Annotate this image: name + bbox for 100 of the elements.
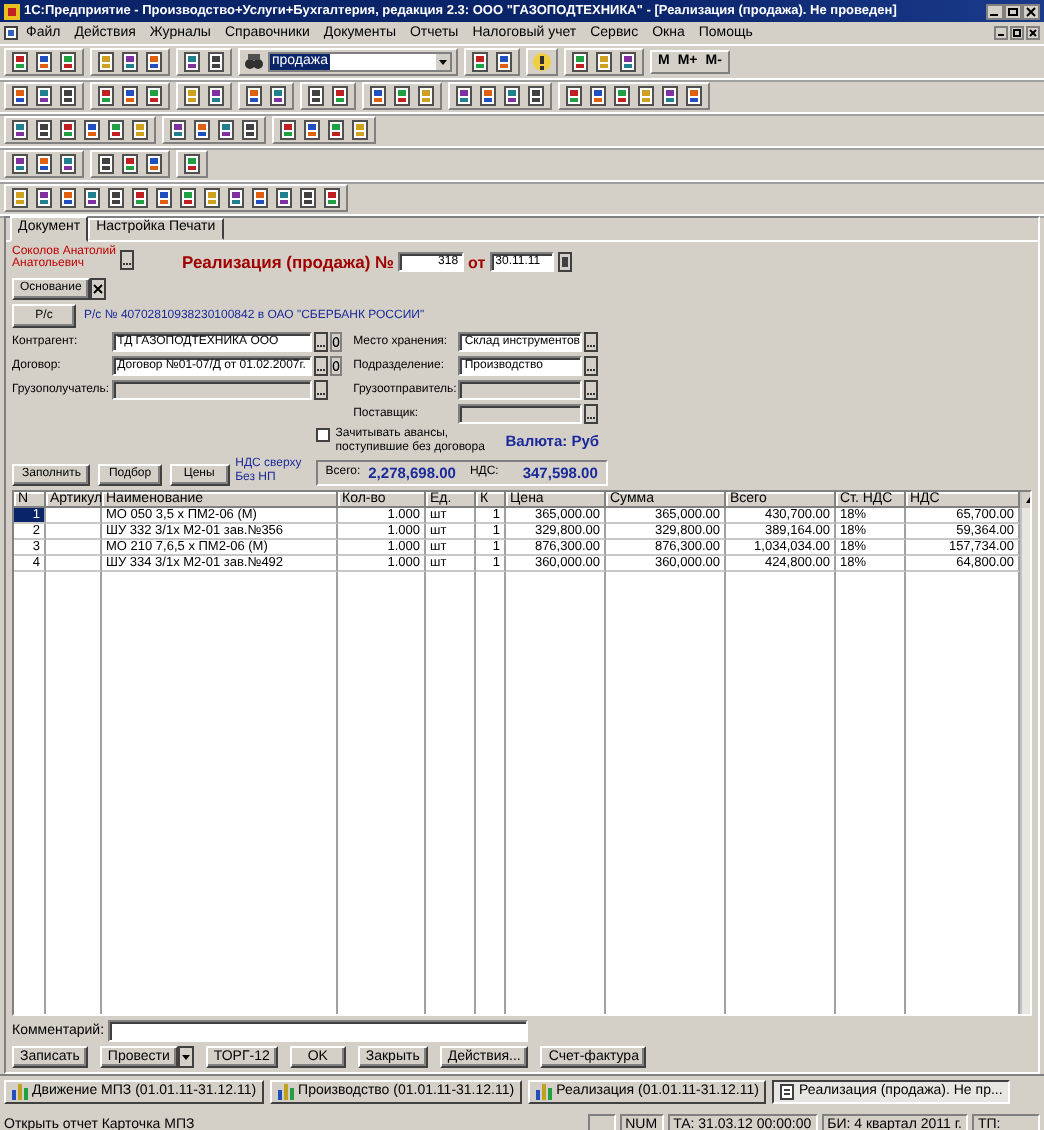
- page-icon[interactable]: [470, 52, 490, 72]
- page-icon[interactable]: [10, 188, 30, 208]
- page-icon[interactable]: [618, 52, 638, 72]
- page-icon[interactable]: [684, 86, 704, 106]
- page-icon[interactable]: [82, 120, 102, 140]
- page-icon[interactable]: [144, 86, 164, 106]
- page-icon[interactable]: [322, 188, 342, 208]
- page-icon[interactable]: [34, 86, 54, 106]
- page-icon[interactable]: [58, 52, 78, 72]
- close-button[interactable]: [1026, 26, 1040, 40]
- select-button[interactable]: [584, 332, 599, 352]
- page-icon[interactable]: [168, 120, 188, 140]
- select-button[interactable]: [584, 380, 599, 400]
- page-icon[interactable]: [202, 188, 222, 208]
- page-icon[interactable]: [588, 86, 608, 106]
- dropdown-button[interactable]: [177, 1046, 194, 1068]
- page-icon[interactable]: [206, 52, 226, 72]
- page-icon[interactable]: [350, 120, 370, 140]
- page-icon[interactable]: [130, 188, 150, 208]
- page-icon[interactable]: [96, 154, 116, 174]
- page-icon[interactable]: [182, 86, 202, 106]
- maximize-button[interactable]: [1004, 3, 1022, 19]
- bar-chart-icon: [536, 1084, 553, 1100]
- minimize-button[interactable]: [986, 3, 1004, 19]
- page-icon[interactable]: [274, 188, 294, 208]
- page-icon[interactable]: [10, 154, 30, 174]
- page-icon[interactable]: [58, 188, 78, 208]
- page-icon[interactable]: [96, 86, 116, 106]
- restore-button[interactable]: [1010, 26, 1024, 40]
- minimize-button[interactable]: [994, 26, 1008, 40]
- page-icon[interactable]: [636, 86, 656, 106]
- page-icon[interactable]: [82, 188, 102, 208]
- close-button[interactable]: [1022, 3, 1040, 19]
- page-icon[interactable]: [106, 188, 126, 208]
- checkbox[interactable]: [315, 428, 330, 442]
- page-icon[interactable]: [240, 120, 260, 140]
- page-icon[interactable]: [58, 120, 78, 140]
- page-icon[interactable]: [120, 86, 140, 106]
- page-icon[interactable]: [278, 120, 298, 140]
- page-icon[interactable]: [244, 86, 264, 106]
- page-icon[interactable]: [10, 52, 30, 72]
- select-button[interactable]: [120, 250, 134, 270]
- select-button[interactable]: [584, 356, 599, 376]
- select-button[interactable]: [584, 404, 599, 424]
- page-icon[interactable]: [182, 154, 202, 174]
- page-icon[interactable]: [58, 86, 78, 106]
- page-icon[interactable]: [178, 188, 198, 208]
- page-icon[interactable]: [570, 52, 590, 72]
- page-icon[interactable]: [502, 86, 522, 106]
- page-icon[interactable]: [58, 154, 78, 174]
- page-icon[interactable]: [660, 86, 680, 106]
- page-icon[interactable]: [478, 86, 498, 106]
- page-icon[interactable]: [120, 52, 140, 72]
- page-icon[interactable]: [298, 188, 318, 208]
- page-icon[interactable]: [564, 86, 584, 106]
- page-icon[interactable]: [144, 154, 164, 174]
- date-label: от: [468, 255, 486, 269]
- page-icon[interactable]: [96, 52, 116, 72]
- page-icon[interactable]: [130, 120, 150, 140]
- page-icon[interactable]: [192, 120, 212, 140]
- input-field[interactable]: [458, 380, 583, 400]
- page-icon[interactable]: [368, 86, 388, 106]
- page-icon[interactable]: [454, 86, 474, 106]
- document-icon: [780, 1084, 795, 1100]
- page-icon[interactable]: [34, 154, 54, 174]
- page-icon[interactable]: [494, 52, 514, 72]
- comment-field[interactable]: [108, 1020, 529, 1042]
- binoculars-icon[interactable]: [244, 52, 264, 72]
- page-icon[interactable]: [154, 188, 174, 208]
- input-field[interactable]: [458, 404, 583, 424]
- page-icon[interactable]: [526, 86, 546, 106]
- page-icon[interactable]: [226, 188, 246, 208]
- page-icon[interactable]: [206, 86, 226, 106]
- select-button[interactable]: [313, 332, 328, 352]
- page-icon[interactable]: [216, 120, 236, 140]
- select-button[interactable]: [313, 380, 328, 400]
- page-icon[interactable]: [306, 86, 326, 106]
- page-icon[interactable]: [594, 52, 614, 72]
- page-icon[interactable]: [106, 120, 126, 140]
- input-field[interactable]: [111, 380, 312, 400]
- page-icon[interactable]: [330, 86, 350, 106]
- page-icon[interactable]: [268, 86, 288, 106]
- page-icon[interactable]: [302, 120, 322, 140]
- document-heading: Реализация (продажа) №: [182, 255, 395, 269]
- calendar-button[interactable]: [557, 252, 572, 272]
- page-icon[interactable]: [182, 52, 202, 72]
- page-icon[interactable]: [10, 120, 30, 140]
- page-icon[interactable]: [144, 52, 164, 72]
- page-icon[interactable]: [120, 154, 140, 174]
- page-icon[interactable]: [34, 52, 54, 72]
- page-icon[interactable]: [10, 86, 30, 106]
- page-icon[interactable]: [34, 188, 54, 208]
- dropdown-icon[interactable]: [436, 54, 450, 70]
- page-icon[interactable]: [34, 120, 54, 140]
- page-icon[interactable]: [612, 86, 632, 106]
- select-button[interactable]: [313, 356, 328, 376]
- page-icon[interactable]: [326, 120, 346, 140]
- page-icon[interactable]: [416, 86, 436, 106]
- page-icon[interactable]: [392, 86, 412, 106]
- page-icon[interactable]: [250, 188, 270, 208]
